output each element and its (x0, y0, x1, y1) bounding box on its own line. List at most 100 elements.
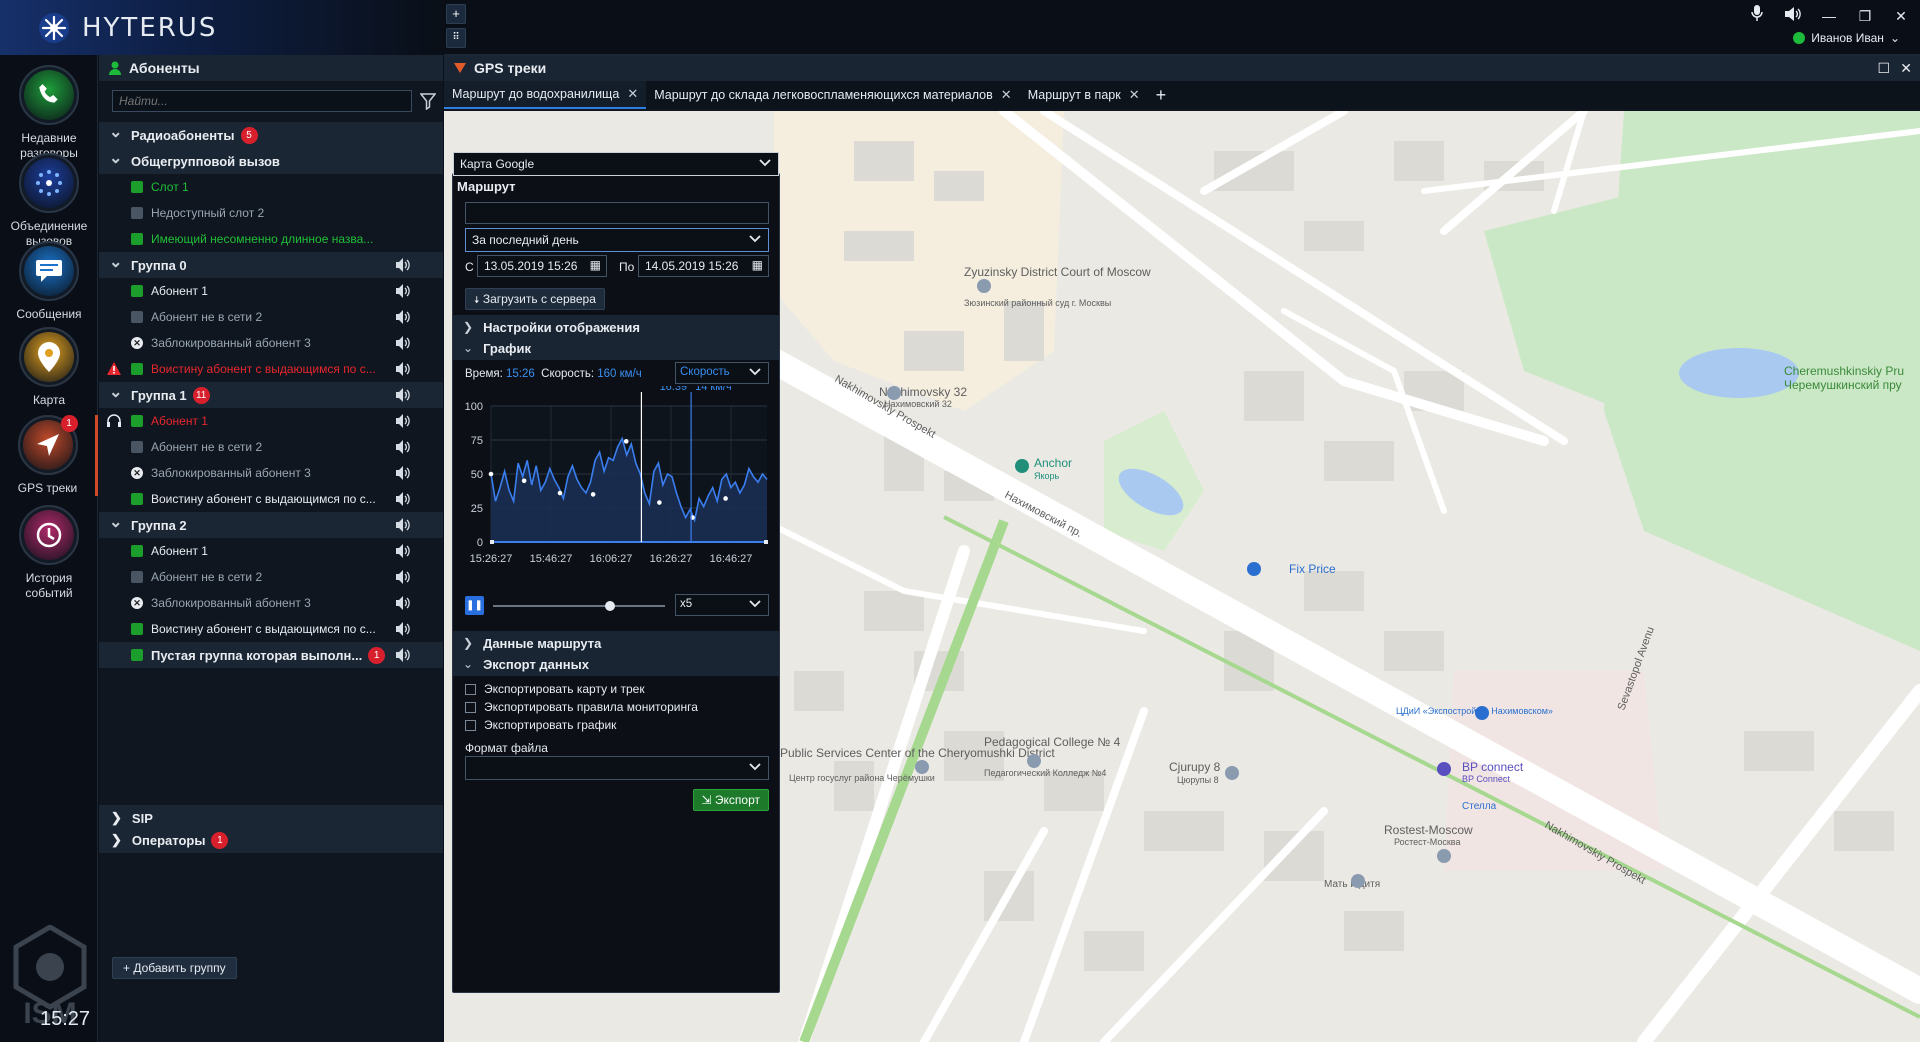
speaker-icon[interactable] (395, 258, 411, 272)
waypoint-marker[interactable] (488, 471, 494, 477)
speaker-icon[interactable] (395, 414, 411, 428)
map-view[interactable]: Zyuzinsky District Court of Moscow Зюзин… (444, 111, 1920, 1042)
add-tab-button[interactable]: + (1148, 81, 1175, 109)
range-end-handle[interactable] (764, 540, 768, 544)
group-header[interactable]: ⌄ Группа 0 (99, 252, 443, 278)
group-header[interactable]: Пустая группа которая выполн... 1 (99, 642, 443, 668)
speed-multiplier-select[interactable]: x5 (675, 594, 769, 616)
grid-menu-button[interactable]: ⠿ (446, 28, 466, 48)
close-tab-icon[interactable]: ✕ (1129, 87, 1140, 103)
rail-item-2[interactable]: Объединение вызовов (0, 153, 98, 249)
phone-icon[interactable] (19, 65, 79, 125)
waypoint-marker[interactable] (590, 492, 596, 497)
list-item[interactable]: ✕ Заблокированный абонент 3 (99, 460, 443, 486)
list-item[interactable]: Воистину абонент с выдающимся по с... (99, 486, 443, 512)
speaker-icon[interactable] (395, 466, 411, 480)
graph-section[interactable]: ⌄ График (453, 336, 779, 360)
list-item[interactable]: Воистину абонент с выдающимся по с... (99, 616, 443, 642)
to-date-input[interactable]: 14.05.2019 15:26 ▦ (638, 255, 769, 277)
export-section[interactable]: ⌄ Экспорт данных (453, 652, 779, 676)
filter-icon[interactable] (420, 92, 436, 110)
slider-handle[interactable] (605, 601, 615, 611)
list-item[interactable]: Абонент не в сети 2 (99, 434, 443, 460)
group-header[interactable]: ⌄ Общегрупповой вызов (99, 148, 443, 174)
from-date-input[interactable]: 13.05.2019 15:26 ▦ (477, 255, 607, 277)
rail-item-3[interactable]: Сообщения (0, 241, 98, 322)
waypoint-marker[interactable] (657, 500, 662, 505)
checkbox-box[interactable] (465, 701, 476, 713)
waypoint-marker[interactable] (623, 439, 629, 444)
speaker-icon[interactable] (395, 336, 411, 350)
list-item[interactable]: Абонент 1 (99, 538, 443, 564)
minimize-icon[interactable]: — (1818, 5, 1840, 27)
close-panel-icon[interactable]: ✕ (1900, 60, 1912, 77)
export-button[interactable]: ⇲ Экспорт (692, 789, 769, 811)
list-item[interactable]: Абонент не в сети 2 (99, 304, 443, 330)
message-icon[interactable] (19, 241, 79, 301)
speaker-icon[interactable] (395, 518, 411, 532)
speaker-icon[interactable] (395, 362, 411, 376)
volume-icon[interactable] (1782, 5, 1804, 27)
chevron-down-icon[interactable]: ⌄ (109, 252, 123, 272)
route-name-input[interactable] (465, 202, 769, 224)
checkbox-box[interactable] (465, 683, 476, 695)
list-item[interactable]: Абонент 1 (99, 278, 443, 304)
search-input[interactable] (112, 90, 412, 112)
list-item[interactable]: ✕ Заблокированный абонент 3 (99, 330, 443, 356)
speaker-icon[interactable] (395, 544, 411, 558)
speaker-icon[interactable] (395, 310, 411, 324)
close-tab-icon[interactable]: ✕ (1001, 87, 1012, 103)
export-graph-checkbox[interactable]: Экспортировать график (465, 718, 616, 732)
close-tab-icon[interactable]: ✕ (627, 86, 638, 102)
list-item[interactable]: Слот 1 (99, 174, 443, 200)
microphone-icon[interactable] (1746, 5, 1768, 27)
list-item[interactable]: Недоступный слот 2 (99, 200, 443, 226)
network-icon[interactable] (19, 153, 79, 213)
add-group-button[interactable]: + Добавить группу (112, 957, 237, 979)
checkbox-box[interactable] (465, 719, 476, 731)
load-from-server-button[interactable]: 🠇 Загрузить с сервера (465, 288, 605, 310)
export-map-checkbox[interactable]: Экспортировать карту и трек (465, 682, 645, 696)
restore-icon[interactable]: ❐ (1854, 5, 1876, 27)
operators-section[interactable]: ❯ Операторы 1 (99, 827, 443, 853)
period-select[interactable]: За последний день (465, 228, 769, 252)
waypoint-marker[interactable] (723, 496, 728, 501)
speaker-icon[interactable] (395, 388, 411, 402)
tab-route-2[interactable]: Маршрут до склада легковоспламеняющихся … (646, 81, 1019, 109)
playback-slider[interactable] (493, 601, 665, 611)
user-menu[interactable]: Иванов Иван ⌄ (1793, 31, 1900, 45)
navigation-arrow-icon[interactable]: 1 (17, 415, 78, 475)
rail-item-4[interactable]: Карта (0, 327, 98, 408)
tab-route-3[interactable]: Маршрут в парк ✕ (1020, 81, 1148, 109)
group-header[interactable]: ⌄ Группа 1 11 (99, 382, 443, 408)
speaker-icon[interactable] (395, 440, 411, 454)
calendar-icon[interactable]: ▦ (752, 258, 763, 272)
chevron-down-icon[interactable]: ⌄ (109, 148, 123, 168)
play-pause-button[interactable]: ❚❚ (465, 596, 484, 615)
rail-item-6[interactable]: История событий (0, 505, 98, 601)
chevron-down-icon[interactable]: ⌄ (109, 382, 123, 402)
list-item[interactable]: Имеющий несомненно длинное назва... (99, 226, 443, 252)
range-start-handle[interactable] (490, 540, 494, 544)
group-header[interactable]: ⌄ Радиоабоненты 5 (99, 122, 443, 148)
list-item[interactable]: ✕ Заблокированный абонент 3 (99, 590, 443, 616)
calendar-icon[interactable]: ▦ (590, 258, 601, 272)
rail-item-1[interactable]: Недавние разговоры (0, 65, 98, 161)
speaker-icon[interactable] (395, 492, 411, 506)
list-item[interactable]: Воистину абонент с выдающимся по с... (99, 356, 443, 382)
maximize-icon[interactable]: ☐ (1877, 60, 1890, 77)
rail-item-5[interactable]: 1 GPS треки (0, 415, 98, 496)
tab-route-1[interactable]: Маршрут до водохранилища ✕ (444, 81, 647, 109)
export-rules-checkbox[interactable]: Экспортировать правила мониторинга (465, 700, 698, 714)
speaker-icon[interactable] (395, 622, 411, 636)
close-icon[interactable]: ✕ (1890, 5, 1912, 27)
map-type-select[interactable]: Карта Google (453, 152, 779, 176)
history-icon[interactable] (19, 505, 79, 565)
add-window-button[interactable]: + (446, 4, 466, 24)
file-format-select[interactable] (465, 756, 769, 780)
list-item[interactable]: Абонент 1 (99, 408, 443, 434)
group-header[interactable]: ⌄ Группа 2 (99, 512, 443, 538)
waypoint-marker[interactable] (521, 478, 527, 484)
waypoint-marker[interactable] (557, 490, 563, 496)
metric-select[interactable]: Скорость (675, 362, 769, 384)
